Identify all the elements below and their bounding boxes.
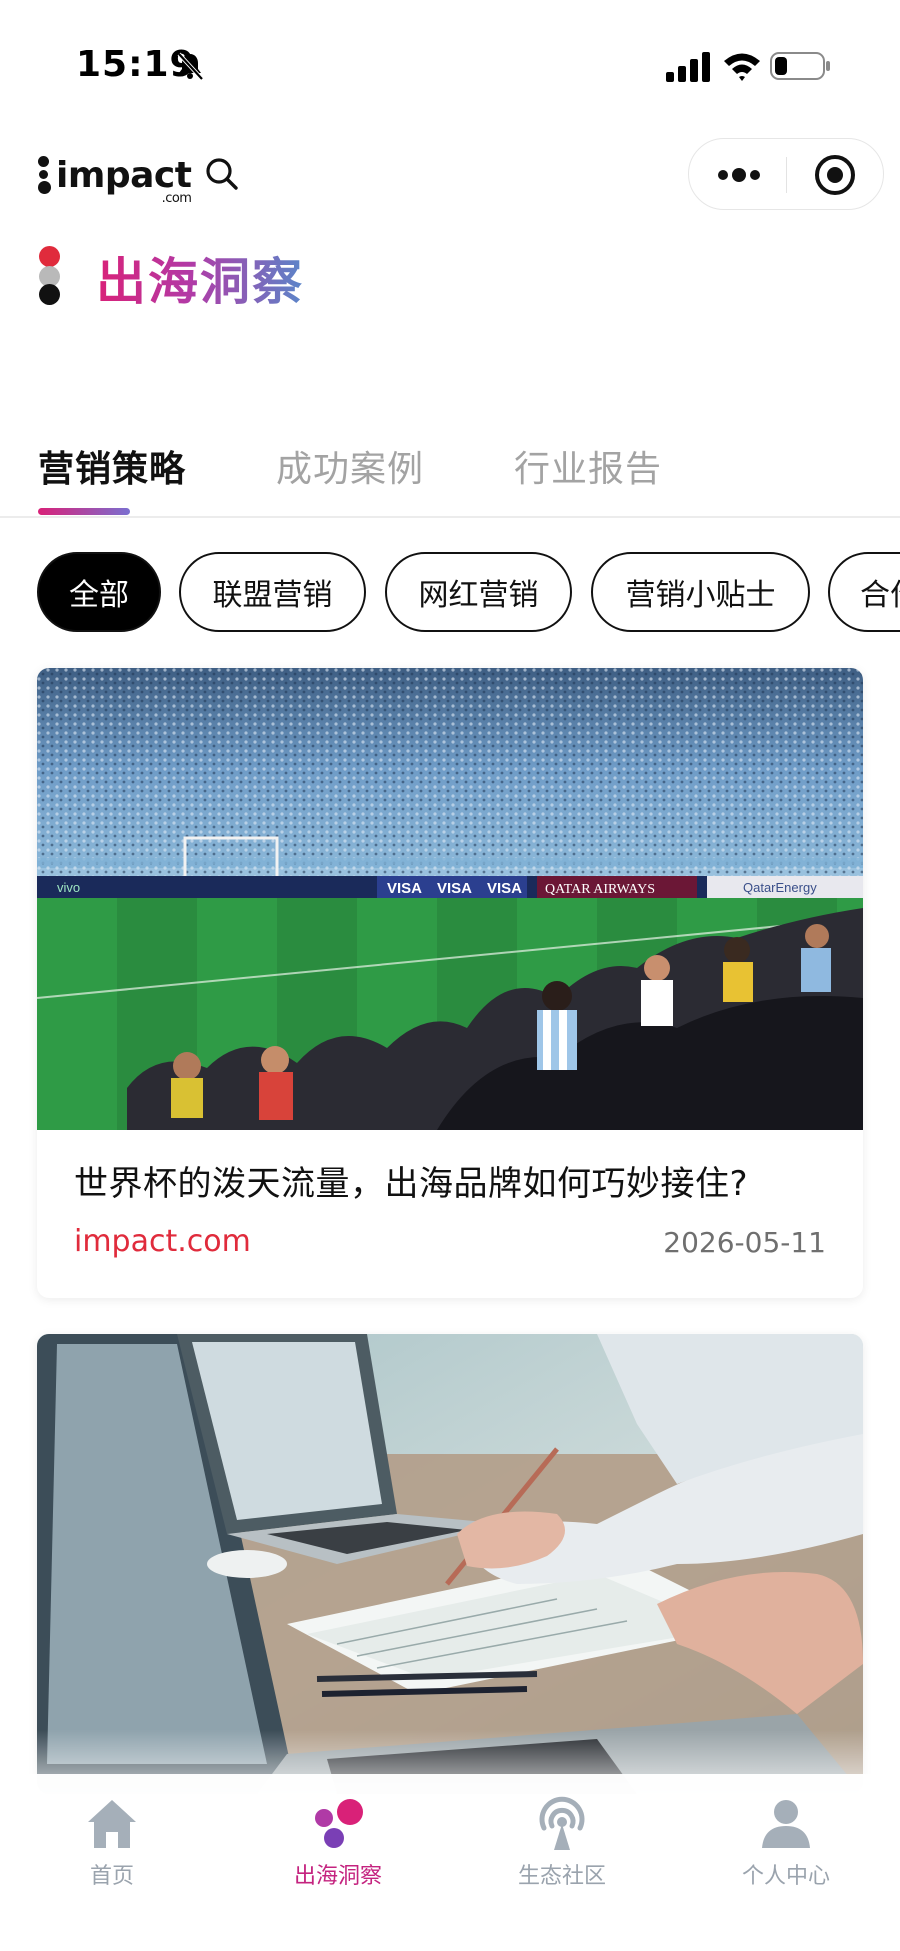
article-date: 2026-05-11: [663, 1226, 826, 1259]
logo-subtext: .com: [161, 190, 192, 206]
logo-dots-icon: [38, 156, 52, 194]
bell-muted-icon: [177, 52, 204, 81]
nav-profile[interactable]: 个人中心: [706, 1796, 866, 1896]
chip-partnership[interactable]: 合作: [828, 552, 900, 632]
insight-dots-icon: [315, 1799, 363, 1848]
article-card[interactable]: [37, 1334, 863, 1794]
filter-chips: 全部 联盟营销 网红营销 营销小贴士 合作: [0, 552, 900, 634]
stadium-photo: vivo VISA VISA VISA QATAR AIRWAYS QatarE…: [37, 668, 863, 1130]
article-title: 世界杯的泼天流量，出海品牌如何巧妙接住?: [74, 1164, 749, 1204]
billboard-visa-2: VISA: [437, 880, 472, 897]
chip-marketing-tips[interactable]: 营销小贴士: [591, 552, 810, 632]
chip-influencer-marketing[interactable]: 网红营销: [385, 552, 572, 632]
billboard-vivo: vivo: [57, 880, 80, 895]
tab-success-cases[interactable]: 成功案例: [276, 440, 424, 492]
nav-label: 生态社区: [517, 1864, 606, 1889]
nav-label: 出海洞察: [293, 1864, 382, 1889]
search-icon[interactable]: [204, 156, 240, 192]
article-source: impact.com: [74, 1224, 251, 1259]
bottom-nav: 首页 出海洞察 生态社区 个人中心: [0, 1774, 900, 1951]
logo-text: impact .com: [56, 154, 192, 206]
laptop-desk-photo: [37, 1334, 863, 1794]
nav-label: 个人中心: [741, 1864, 830, 1889]
active-tab-indicator: [38, 508, 130, 515]
status-bar: 15:19: [0, 0, 900, 130]
home-icon: [88, 1800, 136, 1848]
billboard-qatarenergy: QatarEnergy: [743, 880, 817, 895]
capsule-divider: [786, 157, 787, 193]
nav-label: 首页: [89, 1864, 134, 1889]
nav-home[interactable]: 首页: [32, 1796, 192, 1896]
chip-all[interactable]: 全部: [37, 552, 161, 632]
page-title: 出海洞察: [96, 242, 304, 314]
battery-icon: [770, 52, 830, 80]
wifi-icon: [724, 53, 760, 81]
signal-icon: [666, 52, 710, 82]
close-target-icon[interactable]: [813, 153, 857, 197]
person-icon: [762, 1800, 810, 1848]
title-dots-icon: [36, 246, 62, 306]
miniprogram-capsule: [688, 138, 884, 210]
nav-insights[interactable]: 出海洞察: [258, 1796, 418, 1896]
billboard-visa-3: VISA: [487, 880, 522, 897]
billboard-visa-1: VISA: [387, 880, 422, 897]
tab-industry-reports[interactable]: 行业报告: [514, 440, 662, 492]
impact-logo: impact .com: [38, 150, 192, 206]
broadcast-icon: [539, 1796, 585, 1850]
billboard-qatar-airways: QATAR AIRWAYS: [545, 882, 655, 897]
chip-affiliate-marketing[interactable]: 联盟营销: [179, 552, 366, 632]
nav-community[interactable]: 生态社区: [482, 1796, 642, 1896]
more-icon[interactable]: [715, 161, 763, 189]
article-card[interactable]: vivo VISA VISA VISA QATAR AIRWAYS QatarE…: [37, 668, 863, 1298]
tab-marketing-strategy[interactable]: 营销策略: [38, 440, 186, 492]
category-tabs: 营销策略 成功案例 行业报告: [0, 440, 900, 518]
